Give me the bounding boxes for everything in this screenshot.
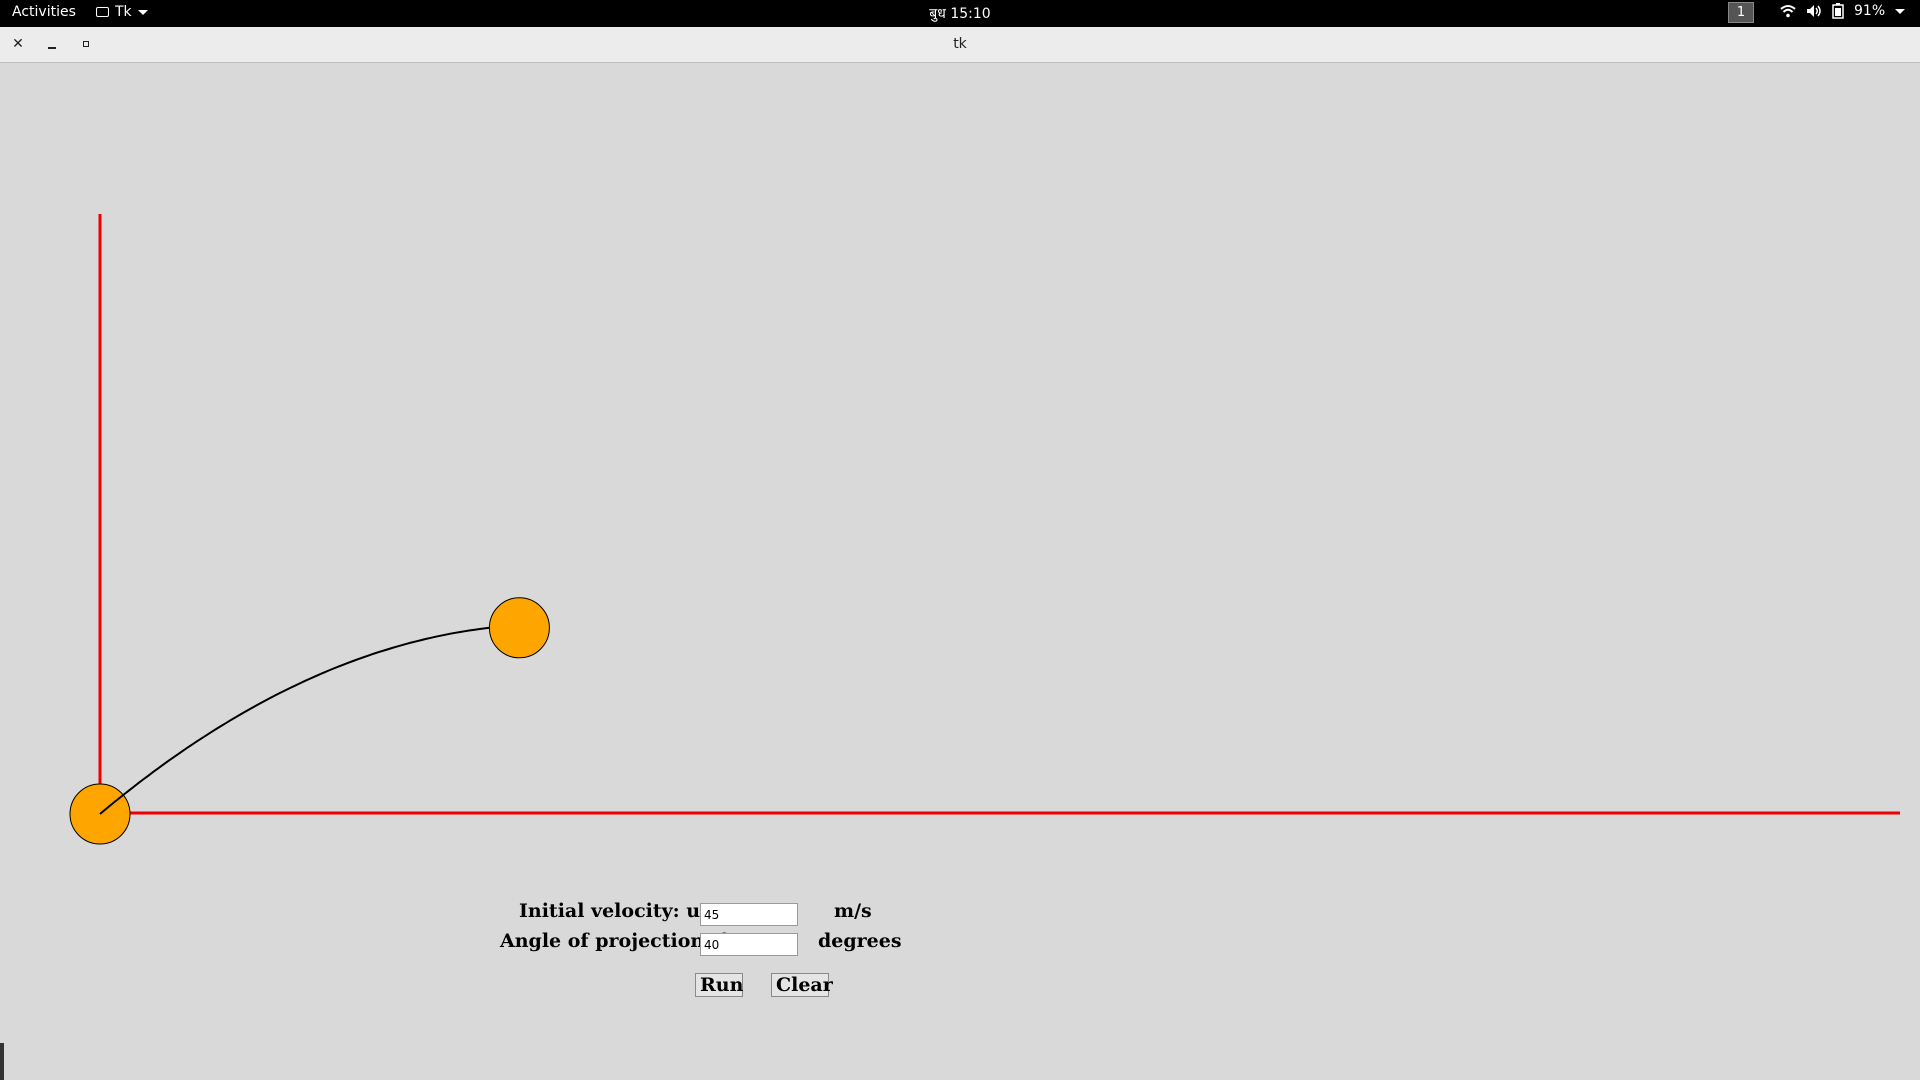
trajectory-path	[99, 626, 490, 815]
app-window-icon	[96, 7, 109, 17]
projectile-ball	[488, 597, 550, 659]
desktop-edge-handle	[0, 1043, 4, 1080]
clock-label[interactable]: बुध 15:10	[929, 6, 990, 22]
battery-icon	[1832, 3, 1844, 19]
volume-icon	[1807, 5, 1821, 17]
chevron-down-icon	[1895, 8, 1906, 14]
run-button[interactable]: Run	[695, 973, 743, 997]
battery-percentage: 91%	[1854, 3, 1886, 19]
app-menu[interactable]: Tk	[96, 4, 148, 20]
wifi-icon	[1780, 5, 1796, 18]
velocity-input[interactable]	[700, 903, 798, 926]
app-menu-label: Tk	[115, 4, 132, 20]
angle-input[interactable]	[700, 933, 798, 956]
close-icon[interactable]: ✕	[9, 35, 27, 53]
velocity-unit-label: m/s	[834, 900, 872, 922]
window-titlebar[interactable]: ✕ tk	[0, 27, 1920, 63]
clock: बुध 15:10	[0, 4, 1920, 23]
window-title: tk	[953, 36, 967, 52]
simulation-canvas	[69, 214, 1900, 845]
status-menu[interactable]: 91%	[1780, 3, 1906, 19]
minimize-icon[interactable]	[43, 35, 61, 49]
maximize-icon[interactable]	[77, 35, 95, 53]
angle-unit-label: degrees	[818, 930, 902, 952]
system-top-bar: Activities Tk बुध 15:10 1 91%	[0, 0, 1920, 27]
workspace-indicator[interactable]: 1	[1728, 2, 1754, 23]
simulation-canvas-area: Initial velocity: u= m/s Angle of projec…	[0, 63, 1920, 1080]
clear-button[interactable]: Clear	[771, 973, 833, 997]
velocity-label: Initial velocity: u=	[519, 900, 717, 922]
chevron-down-icon	[137, 9, 148, 15]
activities-button[interactable]: Activities	[12, 4, 76, 20]
